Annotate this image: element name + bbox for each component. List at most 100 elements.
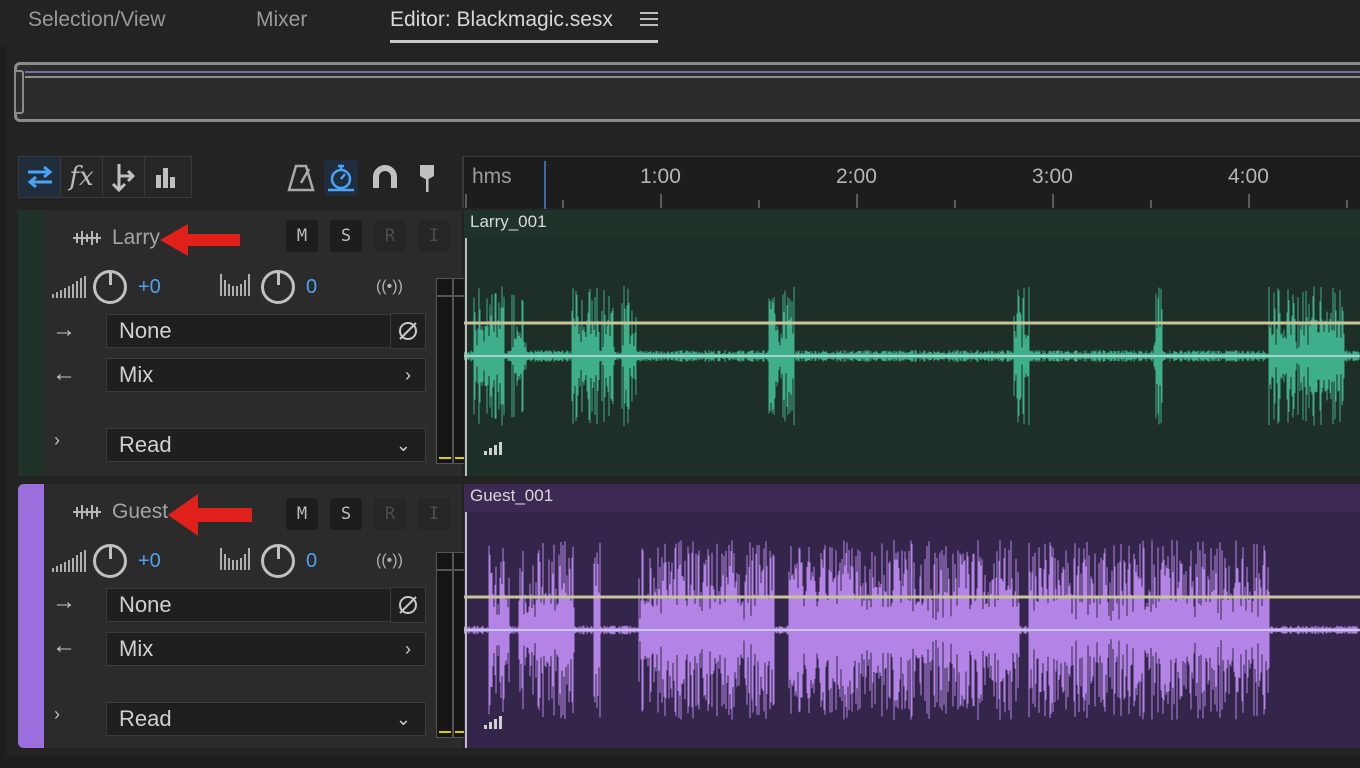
ruler-label: 4:00 [1228,165,1269,188]
track-name[interactable]: Larry [72,226,160,250]
mute-button[interactable]: M [286,220,318,252]
volume-value[interactable]: +0 [138,550,161,573]
phase-invert-button[interactable] [390,313,426,349]
output-value: Mix [119,362,154,387]
clip-waveform[interactable] [464,512,1360,748]
mute-button[interactable]: M [286,498,318,530]
red-arrow-annotation [168,494,252,536]
fx-icon: fx [69,162,94,192]
pan-icon [220,548,250,570]
input-dropdown[interactable]: None› [106,588,426,622]
pan-knob[interactable] [261,270,295,304]
clip-waveform[interactable] [464,238,1360,476]
bottom-scroll-area [0,756,1360,768]
tab-editor[interactable]: Editor: Blackmagic.sesx [390,8,613,32]
track-lane-guest[interactable]: Guest_001 [464,484,1360,748]
eq-button[interactable] [145,157,187,197]
clip-name: Larry_001 [470,212,547,231]
ruler-label: 1:00 [640,165,681,188]
track-controls-toolbar: fx [18,156,192,198]
output-value: Mix [119,636,154,661]
bar-chart-icon [156,168,175,188]
volume-knob[interactable] [93,270,127,304]
solo-button[interactable]: S [330,498,362,530]
signal-icon [484,716,502,729]
volume-value[interactable]: +0 [138,276,161,299]
ruler-tick [954,200,956,208]
ruler-tick [562,200,564,208]
ruler-tick [660,194,662,208]
pin-icon [420,165,434,192]
volume-icon [52,276,86,298]
snap-button[interactable] [368,160,402,196]
send-arrow-icon [111,164,135,192]
ruler-tick [758,200,760,208]
zoom-navigator[interactable] [14,62,1360,122]
clip-header[interactable]: Larry_001 [464,210,1360,238]
track-header-guest[interactable]: Guest M S R I +0 0 ((•)) → None› ← Mix› … [18,484,470,748]
input-dropdown[interactable]: None› [106,314,426,348]
ruler-tick [1150,200,1152,208]
waveform-track-icon [73,231,101,245]
clip-name: Guest_001 [470,486,554,505]
automation-dropdown[interactable]: Read ⌄ [106,702,426,736]
input-arrow-icon: → [52,588,76,615]
output-dropdown[interactable]: Mix › [106,358,426,392]
time-selection-tool-button[interactable] [324,160,358,196]
stereo-icon[interactable]: ((•)) [376,278,403,296]
volume-knob[interactable] [93,544,127,578]
tab-selection-view[interactable]: Selection/View [28,8,165,32]
input-monitor-button[interactable]: I [418,220,450,252]
track-lane-larry[interactable]: Larry_001 [464,210,1360,476]
tab-mixer[interactable]: Mixer [256,8,307,32]
signal-icon [484,442,502,455]
phase-invert-button[interactable] [390,587,426,623]
track-color-strip[interactable] [18,210,44,476]
ruler-tick [1052,194,1054,208]
input-monitor-button[interactable]: I [418,498,450,530]
track-color-strip[interactable] [18,484,44,748]
track-name[interactable]: Guest [72,500,168,524]
chevron-right-icon[interactable]: › [54,704,60,725]
output-dropdown[interactable]: Mix › [106,632,426,666]
stereo-icon[interactable]: ((•)) [376,552,403,570]
ruler-tick [465,194,467,208]
audition-editor: Selection/View Mixer Editor: Blackmagic.… [0,0,1360,768]
chevron-right-icon[interactable]: › [54,430,60,451]
left-panel-strip [0,46,6,768]
panel-menu-icon[interactable] [640,12,658,28]
chevron-right-icon: › [405,365,411,385]
stopwatch-icon [328,164,354,192]
input-value: None [119,592,172,617]
phase-icon [399,322,417,340]
pan-value[interactable]: 0 [306,276,317,299]
time-ruler[interactable]: hms 1:00 2:00 3:00 4:00 [462,156,1360,209]
ruler-unit-label: hms [472,165,512,188]
ruler-tick [1346,200,1348,208]
record-arm-button[interactable]: R [374,498,406,530]
metronome-button[interactable] [284,160,318,196]
clip-header[interactable]: Guest_001 [464,484,1360,512]
record-arm-button[interactable]: R [374,220,406,252]
chevron-down-icon: ⌄ [395,435,411,455]
metronome-icon [287,164,315,192]
volume-icon [52,550,86,572]
navigator-left-handle[interactable] [14,70,24,114]
sends-button[interactable] [103,157,145,197]
pan-knob[interactable] [261,544,295,578]
automation-value: Read [119,432,172,457]
automation-dropdown[interactable]: Read ⌄ [106,428,426,462]
output-arrow-icon: ← [52,360,76,387]
effects-rack-button[interactable]: fx [61,157,103,197]
playhead[interactable] [544,161,546,209]
red-arrow-annotation [160,224,240,256]
input-arrow-icon: → [52,316,76,343]
automation-value: Read [119,706,172,731]
ruler-tick [1248,194,1250,208]
marker-button[interactable] [410,160,444,196]
ruler-tick [856,194,858,208]
track-header-larry[interactable]: Larry M S R I +0 0 ((•)) → None› ← Mix› … [18,210,470,476]
pan-value[interactable]: 0 [306,550,317,573]
inputs-outputs-button[interactable] [19,157,61,197]
solo-button[interactable]: S [330,220,362,252]
